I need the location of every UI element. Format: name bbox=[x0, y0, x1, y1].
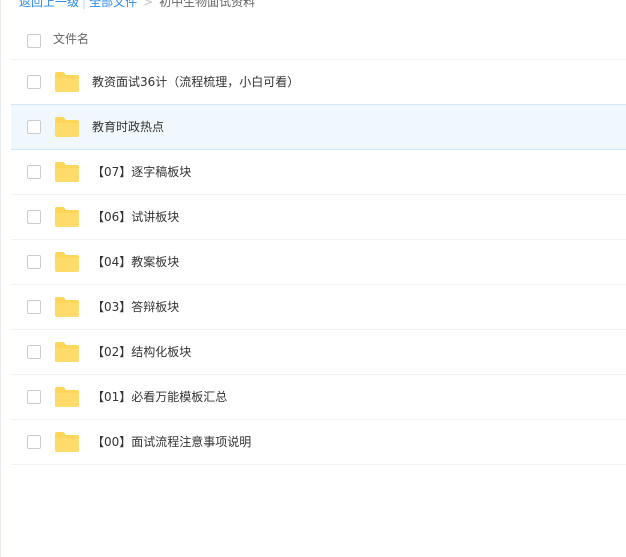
file-row[interactable]: 教育时政热点 bbox=[11, 104, 626, 150]
file-row[interactable]: 【03】答辩板块 bbox=[11, 285, 626, 330]
row-checkbox[interactable] bbox=[27, 120, 41, 134]
folder-icon bbox=[54, 116, 80, 138]
current-folder-name: 初中生物面试资料 bbox=[159, 0, 256, 9]
folder-icon bbox=[54, 206, 80, 228]
file-row[interactable]: 【07】逐字稿板块 bbox=[11, 150, 626, 195]
folder-icon bbox=[54, 161, 80, 183]
row-checkbox[interactable] bbox=[27, 345, 41, 359]
file-name-link[interactable]: 【01】必看万能模板汇总 bbox=[92, 389, 227, 405]
row-checkbox[interactable] bbox=[27, 255, 41, 269]
row-checkbox[interactable] bbox=[27, 75, 41, 89]
folder-icon bbox=[54, 386, 80, 408]
folder-icon bbox=[54, 296, 80, 318]
folder-icon bbox=[54, 251, 80, 273]
row-checkbox[interactable] bbox=[27, 435, 41, 449]
row-checkbox[interactable] bbox=[27, 210, 41, 224]
breadcrumb: 返回上一级 | 全部文件 > 初中生物面试资料 bbox=[19, 0, 255, 10]
breadcrumb-arrow: > bbox=[143, 0, 154, 9]
file-list-header: 文件名 bbox=[11, 19, 626, 60]
row-checkbox[interactable] bbox=[27, 165, 41, 179]
file-name-link[interactable]: 【06】试讲板块 bbox=[92, 209, 179, 225]
file-row[interactable]: 【06】试讲板块 bbox=[11, 195, 626, 240]
row-checkbox[interactable] bbox=[27, 300, 41, 314]
file-list: 文件名 教资面试36计（流程梳理，小白可看） 教育时政热点【07】逐字稿板块 【06… bbox=[11, 19, 626, 465]
file-row[interactable]: 【01】必看万能模板汇总 bbox=[11, 375, 626, 420]
all-files-link[interactable]: 全部文件 bbox=[89, 0, 137, 9]
breadcrumb-separator: | bbox=[82, 0, 87, 9]
folder-icon bbox=[54, 341, 80, 363]
file-row[interactable]: 【04】教案板块 bbox=[11, 240, 626, 285]
file-name-link[interactable]: 教育时政热点 bbox=[92, 119, 164, 135]
file-name-link[interactable]: 【00】面试流程注意事项说明 bbox=[92, 434, 251, 450]
back-link[interactable]: 返回上一级 bbox=[19, 0, 79, 9]
file-name-link[interactable]: 【03】答辩板块 bbox=[92, 299, 179, 315]
left-panel-edge bbox=[0, 0, 1, 557]
file-name-link[interactable]: 教资面试36计（流程梳理，小白可看） bbox=[92, 74, 299, 90]
folder-icon bbox=[54, 431, 80, 453]
file-name-link[interactable]: 【02】结构化板块 bbox=[92, 344, 191, 360]
file-row[interactable]: 教资面试36计（流程梳理，小白可看） bbox=[11, 60, 626, 105]
file-row[interactable]: 【00】面试流程注意事项说明 bbox=[11, 420, 626, 465]
file-name-link[interactable]: 【07】逐字稿板块 bbox=[92, 164, 191, 180]
folder-icon bbox=[54, 71, 80, 93]
row-checkbox[interactable] bbox=[27, 390, 41, 404]
file-row[interactable]: 【02】结构化板块 bbox=[11, 330, 626, 375]
select-all-checkbox[interactable] bbox=[27, 34, 41, 48]
file-rows: 教资面试36计（流程梳理，小白可看） 教育时政热点【07】逐字稿板块 【06】试讲板… bbox=[11, 60, 626, 465]
name-column-header[interactable]: 文件名 bbox=[53, 31, 89, 47]
file-name-link[interactable]: 【04】教案板块 bbox=[92, 254, 179, 270]
